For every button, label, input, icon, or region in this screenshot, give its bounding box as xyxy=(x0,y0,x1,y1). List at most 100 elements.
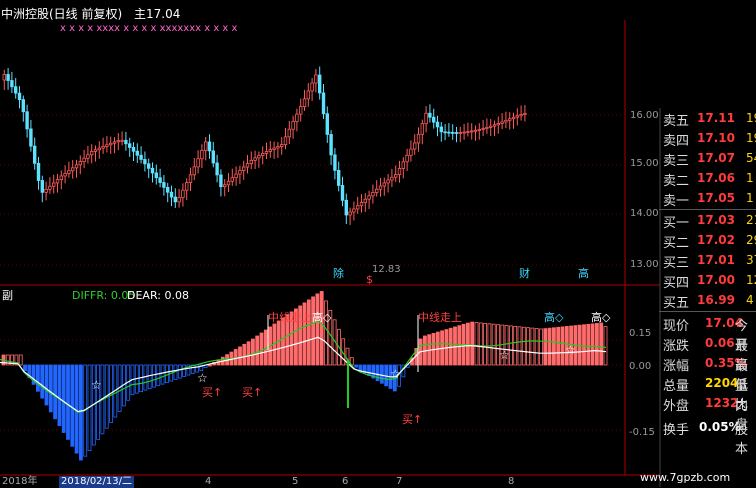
bid-row[interactable]: 买一 17.03 21 xyxy=(659,210,756,231)
candle-body xyxy=(127,143,132,148)
candle-body xyxy=(165,186,170,193)
candle-body xyxy=(40,180,44,193)
macd-bar xyxy=(40,364,45,399)
candle-body xyxy=(200,150,204,160)
candle-body xyxy=(382,182,386,187)
candle-body xyxy=(120,139,124,142)
candle-body xyxy=(523,112,527,115)
candle-body xyxy=(184,182,189,191)
book-volume: 21 xyxy=(746,213,756,227)
candle-body xyxy=(390,176,394,181)
macd-bar xyxy=(379,364,384,384)
chart-canvas[interactable]: ☆ ☆ ☆ ☆ ☆ xyxy=(0,0,756,487)
price-axis-label: 13.00 xyxy=(630,259,659,270)
macd-bar xyxy=(36,364,40,392)
book-price: 17.02 xyxy=(697,233,735,247)
cross-star: ☆ xyxy=(197,371,208,385)
cross-star: ☆ xyxy=(565,343,576,357)
macd-bar xyxy=(534,328,539,366)
candle-body xyxy=(333,154,337,171)
macd-bar xyxy=(259,332,264,366)
event-tag-finance[interactable]: 财 xyxy=(519,268,530,279)
macd-bar xyxy=(470,321,475,366)
ask-row[interactable]: 卖四 17.10 19 xyxy=(659,128,756,149)
candle-body xyxy=(116,140,120,143)
stat-label: 换手 xyxy=(663,423,690,438)
candle-body xyxy=(249,159,253,165)
candle-body xyxy=(150,167,155,174)
ask-row[interactable]: 卖一 17.05 1 xyxy=(659,188,756,209)
indicator-axis-label: -0.15 xyxy=(629,427,655,438)
stat-label: 外盘 xyxy=(663,399,690,414)
book-volume: 29 xyxy=(746,233,756,247)
candle-body xyxy=(158,177,162,183)
event-tag-ex-rights[interactable]: 除 xyxy=(333,268,344,279)
bid-row[interactable]: 买二 17.02 29 xyxy=(659,230,756,251)
candle-body xyxy=(63,173,67,177)
macd-bar xyxy=(603,326,608,366)
stat-label: 总量 xyxy=(663,379,690,394)
candle-body xyxy=(48,185,52,190)
candle-body xyxy=(466,131,470,133)
macd-bar xyxy=(48,364,53,413)
candle-body xyxy=(268,149,272,152)
candle-body xyxy=(101,146,105,149)
book-price: 17.11 xyxy=(697,111,735,125)
macd-bar xyxy=(160,364,165,385)
book-level-label: 卖四 xyxy=(663,134,690,149)
cross-star: ☆ xyxy=(91,378,102,392)
signal-buy: 买↑ xyxy=(202,386,223,399)
macd-bar xyxy=(552,327,556,366)
candle-body xyxy=(21,99,25,113)
candle-body xyxy=(295,113,299,123)
macd-bar xyxy=(508,325,513,366)
selected-date[interactable]: 2018/02/13/二 xyxy=(59,476,135,488)
bid-row[interactable]: 买三 17.01 37 xyxy=(659,250,756,271)
book-separator xyxy=(659,311,756,312)
book-volume: 1 xyxy=(746,191,754,205)
event-tag-dollar[interactable]: $ xyxy=(366,274,373,285)
quote-stat-row: 现价 17.04 今开 xyxy=(659,313,756,353)
candle-body xyxy=(336,169,341,186)
ask-row[interactable]: 卖三 17.07 54 xyxy=(659,148,756,169)
candle-body xyxy=(154,172,158,179)
stat-label: 现价 xyxy=(663,319,690,334)
candle-body xyxy=(500,121,504,124)
candle-body xyxy=(135,150,139,156)
chart-title: 中洲控股(日线 前复权) 主17.04 xyxy=(1,8,180,20)
macd-bar xyxy=(311,296,316,366)
candle-body xyxy=(397,168,402,175)
candle-body xyxy=(355,205,360,210)
candle-body xyxy=(283,136,288,146)
candle-body xyxy=(257,155,261,159)
signal-trend-up: 中线走上 xyxy=(418,311,462,324)
indicator-name[interactable]: 副 xyxy=(2,290,13,301)
macd-bar xyxy=(66,364,70,440)
bid-row[interactable]: 买四 17.00 121 xyxy=(659,270,756,291)
macd-bar xyxy=(79,364,83,461)
candle-body xyxy=(196,158,200,168)
macd-bar xyxy=(281,317,285,366)
candle-body xyxy=(112,141,117,144)
candle-body xyxy=(146,163,151,169)
macd-bar xyxy=(367,364,371,376)
candle-body xyxy=(515,115,519,118)
book-level-label: 卖三 xyxy=(663,154,690,169)
signal-high: 高◇ xyxy=(591,311,611,324)
candle-body xyxy=(238,170,242,175)
candle-body xyxy=(105,144,109,147)
candle-body xyxy=(469,130,474,133)
signal-markers: x x x x xxxx x x x x xxxxxxx x x x x xyxy=(60,23,238,34)
candle-body xyxy=(10,80,14,88)
candle-body xyxy=(519,114,523,117)
x-axis-label: 8 xyxy=(508,476,515,487)
cross-star: ☆ xyxy=(390,367,401,381)
candle-body xyxy=(340,185,345,201)
event-tag-high[interactable]: 高 xyxy=(578,268,589,279)
ask-row[interactable]: 卖二 17.06 1 xyxy=(659,168,756,189)
macd-bar xyxy=(156,364,161,387)
candle-body xyxy=(36,162,41,181)
candle-body xyxy=(447,131,451,134)
ask-row[interactable]: 卖五 17.11 19 xyxy=(659,108,756,129)
bid-row[interactable]: 买五 16.99 4 xyxy=(659,290,756,311)
